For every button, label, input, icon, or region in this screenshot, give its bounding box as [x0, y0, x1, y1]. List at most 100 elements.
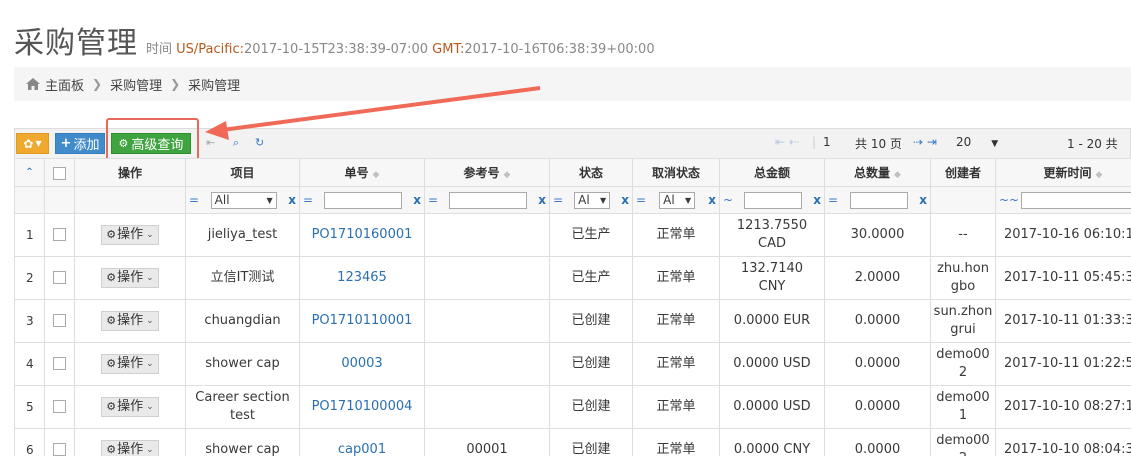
filter-empty — [930, 186, 996, 214]
row-checkbox[interactable] — [44, 385, 75, 429]
cell-number-link[interactable]: 123465 — [299, 256, 425, 300]
row-number: 3 — [14, 299, 45, 343]
amount-filter-input[interactable] — [744, 191, 803, 209]
col-op: 操作 — [74, 158, 186, 187]
number-filter-input[interactable] — [324, 191, 403, 209]
clear-filter-icon[interactable]: x — [813, 193, 821, 207]
gears-icon: ⚙ — [106, 443, 117, 456]
table-row[interactable]: 4 ⚙ 操作 ⌄ shower cap 00003 已创建 正常单 0.0000 USD 0.00… — [14, 342, 1131, 386]
table-row[interactable]: 3 ⚙ 操作 ⌄ chuangdian PO1710110001 已创建 正常单 0.0000 … — [14, 299, 1131, 343]
row-op-button[interactable]: ⚙ 操作 ⌄ — [101, 225, 159, 245]
sort-icon: ◆ — [372, 170, 380, 180]
clear-filter-icon[interactable]: x — [621, 193, 629, 207]
cell-number-link[interactable]: PO1710160001 — [299, 213, 425, 257]
row-number: 1 — [14, 213, 45, 257]
row-checkbox[interactable] — [44, 213, 75, 257]
row-op-button[interactable]: ⚙ 操作 ⌄ — [101, 354, 159, 374]
cell-item: shower cap — [185, 342, 300, 386]
collapse-icon[interactable]: ⌃ — [14, 158, 45, 187]
row-op-cell: ⚙ 操作 ⌄ — [74, 428, 186, 456]
cell-amount: 132.7140 CNY — [719, 256, 825, 300]
row-op-label: 操作 — [117, 313, 144, 328]
row-op-button[interactable]: ⚙ 操作 ⌄ — [101, 268, 159, 288]
add-button[interactable]: + 添加 — [55, 133, 105, 154]
row-op-label: 操作 — [117, 227, 144, 242]
cell-amount: 0.0000 USD — [719, 342, 825, 386]
page-size-select[interactable]: 20 ▼ — [956, 135, 998, 149]
clear-filter-icon[interactable]: x — [288, 193, 296, 207]
cell-status: 已生产 — [549, 213, 633, 257]
cell-creator: zhu.hongbo — [930, 256, 996, 300]
cell-number-link[interactable]: cap001 — [299, 428, 425, 456]
breadcrumb-home[interactable]: 主面板 — [45, 75, 84, 94]
col-item: 项目 — [185, 158, 300, 187]
cell-number-link[interactable]: 00003 — [299, 342, 425, 386]
cell-number-link[interactable]: PO1710100004 — [299, 385, 425, 429]
pager-first-icon[interactable]: ⇤ ⇠ — [775, 135, 799, 149]
row-number: 4 — [14, 342, 45, 386]
row-checkbox[interactable] — [44, 256, 75, 300]
row-number: 2 — [14, 256, 45, 300]
first-page-icon[interactable]: ⇤ — [206, 136, 215, 149]
cell-amount: 0.0000 USD — [719, 385, 825, 429]
purchase-table: ⌃ 操作 项目 单号 ◆ 参考号 ◆ 状态 取消状态 总金额 总数量 ◆ 创建者 更新… — [14, 158, 1131, 456]
refresh-icon[interactable]: ↻ — [255, 136, 264, 149]
filter-number: = x — [299, 186, 425, 214]
ref-filter-input[interactable] — [449, 191, 528, 209]
row-checkbox[interactable] — [44, 342, 75, 386]
cell-item: shower cap — [185, 428, 300, 456]
cell-ref — [424, 256, 550, 300]
row-op-button[interactable]: ⚙ 操作 ⌄ — [101, 311, 159, 331]
row-checkbox[interactable] — [44, 299, 75, 343]
row-op-button[interactable]: ⚙ 操作 ⌄ — [101, 440, 159, 456]
row-number: 5 — [14, 385, 45, 429]
search-icon[interactable]: ⌕ — [233, 136, 239, 150]
row-op-cell: ⚙ 操作 ⌄ — [74, 342, 186, 386]
chevron-down-icon: ⌄ — [146, 359, 154, 369]
cancel-filter-select[interactable]: Al ▼ — [659, 191, 696, 209]
plus-icon: + — [60, 136, 72, 151]
select-all-checkbox[interactable] — [44, 158, 75, 187]
table-row[interactable]: 6 ⚙ 操作 ⌄ shower cap cap001 00001 已创建 正常单 0.0000 C… — [14, 428, 1131, 456]
server-time: 时间 US/Pacific:2017-10-15T23:38:39-07:00 … — [146, 38, 655, 57]
breadcrumb-purchase[interactable]: 采购管理 — [110, 75, 162, 94]
row-checkbox[interactable] — [44, 428, 75, 456]
pager-current-page[interactable]: 1 — [823, 135, 831, 149]
settings-dropdown-button[interactable]: ✿ ▼ — [16, 133, 49, 154]
chevron-down-icon: ⌄ — [146, 316, 154, 326]
cell-creator: -- — [930, 213, 996, 257]
col-updated[interactable]: 更新时间 ◆ — [995, 158, 1131, 187]
page-size-value: 20 — [956, 135, 972, 149]
col-qty[interactable]: 总数量 ◆ — [824, 158, 931, 187]
clear-filter-icon[interactable]: x — [413, 193, 421, 207]
table-row[interactable]: 2 ⚙ 操作 ⌄ 立信IT测试 123465 已生产 正常单 132.7140 CNY 2.000… — [14, 256, 1131, 300]
cell-number-link[interactable]: PO1710110001 — [299, 299, 425, 343]
updated-filter-input[interactable] — [1021, 191, 1131, 209]
clear-filter-icon[interactable]: x — [919, 193, 927, 207]
gears-icon: ⚙ — [106, 271, 117, 284]
pager-next-icon[interactable]: ⇢ ⇥ — [913, 135, 937, 149]
item-filter-select[interactable]: All ▼ — [210, 191, 277, 209]
sort-icon: ◆ — [1095, 170, 1103, 180]
chevron-down-icon: ⌄ — [146, 273, 154, 283]
cell-ref — [424, 342, 550, 386]
cell-updated: 2017-10-11 05:45:39 — [995, 256, 1131, 300]
table-row[interactable]: 5 ⚙ 操作 ⌄ Career section test PO1710100004 已创建正… — [14, 385, 1131, 429]
col-number[interactable]: 单号 ◆ — [299, 158, 425, 187]
cell-amount: 1213.7550 CAD — [719, 213, 825, 257]
col-ref[interactable]: 参考号 ◆ — [424, 158, 550, 187]
cell-creator: sun.zhongrui — [930, 299, 996, 343]
status-filter-select[interactable]: Al ▼ — [574, 191, 611, 209]
cell-item: chuangdian — [185, 299, 300, 343]
clear-filter-icon[interactable]: x — [708, 193, 716, 207]
filter-qty: = x — [824, 186, 931, 214]
row-op-cell: ⚙ 操作 ⌄ — [74, 256, 186, 300]
filter-status: = Al ▼ x — [549, 186, 633, 214]
cell-amount: 0.0000 CNY — [719, 428, 825, 456]
clear-filter-icon[interactable]: x — [538, 193, 546, 207]
filter-empty — [74, 186, 186, 214]
table-row[interactable]: 1 ⚙ 操作 ⌄ jieliya_test PO1710160001 已生产 正常单 1213.… — [14, 213, 1131, 257]
qty-filter-input[interactable] — [849, 191, 908, 209]
row-op-button[interactable]: ⚙ 操作 ⌄ — [101, 397, 159, 417]
timezone-pacific: US/Pacific: — [176, 42, 244, 57]
